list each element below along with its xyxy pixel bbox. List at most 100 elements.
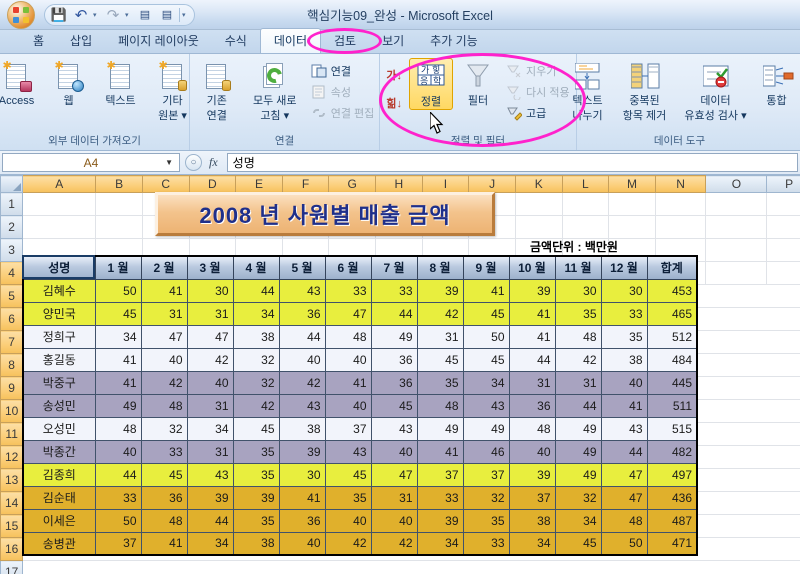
value-cell[interactable]: 31 (186, 439, 234, 464)
column-header-K[interactable]: K (514, 175, 563, 193)
column-header-J[interactable]: J (468, 175, 516, 193)
value-cell[interactable]: 45 (140, 462, 188, 487)
value-cell[interactable]: 40 (186, 370, 234, 395)
tab-formulas[interactable]: 수식 (212, 29, 260, 53)
value-cell[interactable]: 49 (554, 462, 602, 487)
value-cell[interactable]: 40 (324, 393, 372, 418)
value-cell[interactable]: 45 (462, 347, 510, 372)
employee-name-cell[interactable]: 오성민 (22, 416, 96, 441)
value-cell[interactable]: 33 (416, 485, 464, 510)
value-cell[interactable]: 515 (646, 416, 698, 441)
value-cell[interactable]: 40 (600, 370, 648, 395)
value-cell[interactable]: 47 (370, 462, 418, 487)
column-header-C[interactable]: C (141, 175, 190, 193)
column-header-A[interactable]: A (22, 175, 97, 193)
value-cell[interactable]: 36 (140, 485, 188, 510)
table-header-cell[interactable]: 1 월 (94, 255, 142, 280)
table-header-cell[interactable]: 10 월 (508, 255, 556, 280)
value-cell[interactable]: 40 (278, 347, 326, 372)
data-validation-button[interactable]: 데이터 유효성 검사 ▾ (677, 58, 755, 122)
employee-name-cell[interactable]: 박중구 (22, 370, 96, 395)
value-cell[interactable]: 484 (646, 347, 698, 372)
value-cell[interactable]: 35 (232, 439, 280, 464)
select-all-button[interactable] (0, 175, 24, 193)
column-header-B[interactable]: B (95, 175, 143, 193)
value-cell[interactable]: 37 (324, 416, 372, 441)
value-cell[interactable]: 50 (94, 508, 142, 533)
sort-descending-button[interactable]: 힒↓ (383, 94, 405, 112)
value-cell[interactable]: 39 (232, 485, 280, 510)
value-cell[interactable]: 39 (278, 439, 326, 464)
value-cell[interactable]: 35 (600, 324, 648, 349)
employee-name-cell[interactable]: 홍길동 (22, 347, 96, 372)
table-header-cell[interactable]: 8 월 (416, 255, 464, 280)
row-header-13[interactable]: 13 (0, 468, 24, 492)
name-box-dropdown-icon[interactable]: ▼ (165, 158, 173, 167)
table-header-cell[interactable]: 3 월 (186, 255, 234, 280)
row-header-15[interactable]: 15 (0, 514, 24, 538)
column-header-P[interactable]: P (766, 175, 800, 193)
value-cell[interactable]: 40 (370, 508, 418, 533)
value-cell[interactable]: 39 (186, 485, 234, 510)
value-cell[interactable]: 36 (370, 370, 418, 395)
value-cell[interactable]: 38 (278, 416, 326, 441)
value-cell[interactable]: 37 (508, 485, 556, 510)
value-cell[interactable]: 512 (646, 324, 698, 349)
column-header-N[interactable]: N (654, 175, 707, 193)
cell[interactable] (705, 215, 768, 239)
value-cell[interactable]: 41 (94, 370, 142, 395)
value-cell[interactable]: 39 (508, 278, 556, 303)
employee-name-cell[interactable]: 정희구 (22, 324, 96, 349)
employee-name-cell[interactable]: 송성민 (22, 393, 96, 418)
value-cell[interactable]: 42 (554, 347, 602, 372)
value-cell[interactable]: 47 (186, 324, 234, 349)
value-cell[interactable]: 43 (462, 393, 510, 418)
cell[interactable] (608, 215, 656, 239)
tab-add-ins[interactable]: 추가 기능 (417, 29, 491, 53)
insert-function-icon[interactable]: fx (205, 155, 222, 170)
value-cell[interactable]: 39 (508, 462, 556, 487)
row-header-16[interactable]: 16 (0, 537, 24, 561)
column-header-D[interactable]: D (188, 175, 237, 193)
value-cell[interactable]: 43 (278, 393, 326, 418)
value-cell[interactable]: 45 (232, 416, 280, 441)
value-cell[interactable]: 43 (186, 462, 234, 487)
value-cell[interactable]: 497 (646, 462, 698, 487)
value-cell[interactable]: 47 (600, 485, 648, 510)
row-header-11[interactable]: 11 (0, 422, 24, 446)
employee-name-cell[interactable]: 김순태 (22, 485, 96, 510)
table-header-cell[interactable]: 7 월 (370, 255, 418, 280)
name-box[interactable]: A4 ▼ (2, 153, 180, 172)
cell[interactable] (766, 261, 800, 285)
value-cell[interactable]: 42 (278, 370, 326, 395)
value-cell[interactable]: 34 (554, 508, 602, 533)
value-cell[interactable]: 50 (94, 278, 142, 303)
value-cell[interactable]: 35 (462, 508, 510, 533)
value-cell[interactable]: 511 (646, 393, 698, 418)
value-cell[interactable]: 40 (324, 508, 372, 533)
row-header-14[interactable]: 14 (0, 491, 24, 515)
value-cell[interactable]: 35 (232, 508, 280, 533)
table-header-cell[interactable]: 성명 (22, 255, 96, 280)
tab-page-layout[interactable]: 페이지 레이아웃 (105, 29, 212, 53)
value-cell[interactable]: 31 (508, 370, 556, 395)
value-cell[interactable]: 48 (140, 508, 188, 533)
value-cell[interactable]: 30 (600, 278, 648, 303)
value-cell[interactable]: 49 (462, 416, 510, 441)
value-cell[interactable]: 40 (94, 439, 142, 464)
cell[interactable] (654, 215, 707, 239)
value-cell[interactable]: 37 (94, 531, 142, 556)
column-header-M[interactable]: M (608, 175, 656, 193)
value-cell[interactable]: 34 (508, 531, 556, 556)
value-cell[interactable]: 44 (278, 324, 326, 349)
value-cell[interactable]: 30 (186, 278, 234, 303)
column-header-F[interactable]: F (281, 175, 330, 193)
cell[interactable] (608, 192, 656, 216)
value-cell[interactable]: 42 (416, 301, 464, 326)
row-header-5[interactable]: 5 (0, 284, 24, 308)
refresh-all-button[interactable]: 모두 새로 고침 ▾ (244, 58, 306, 122)
value-cell[interactable]: 31 (140, 301, 188, 326)
connections-button[interactable]: 연결 (308, 62, 378, 80)
sort-descending-icon[interactable]: ▤ (157, 6, 177, 24)
value-cell[interactable]: 48 (416, 393, 464, 418)
